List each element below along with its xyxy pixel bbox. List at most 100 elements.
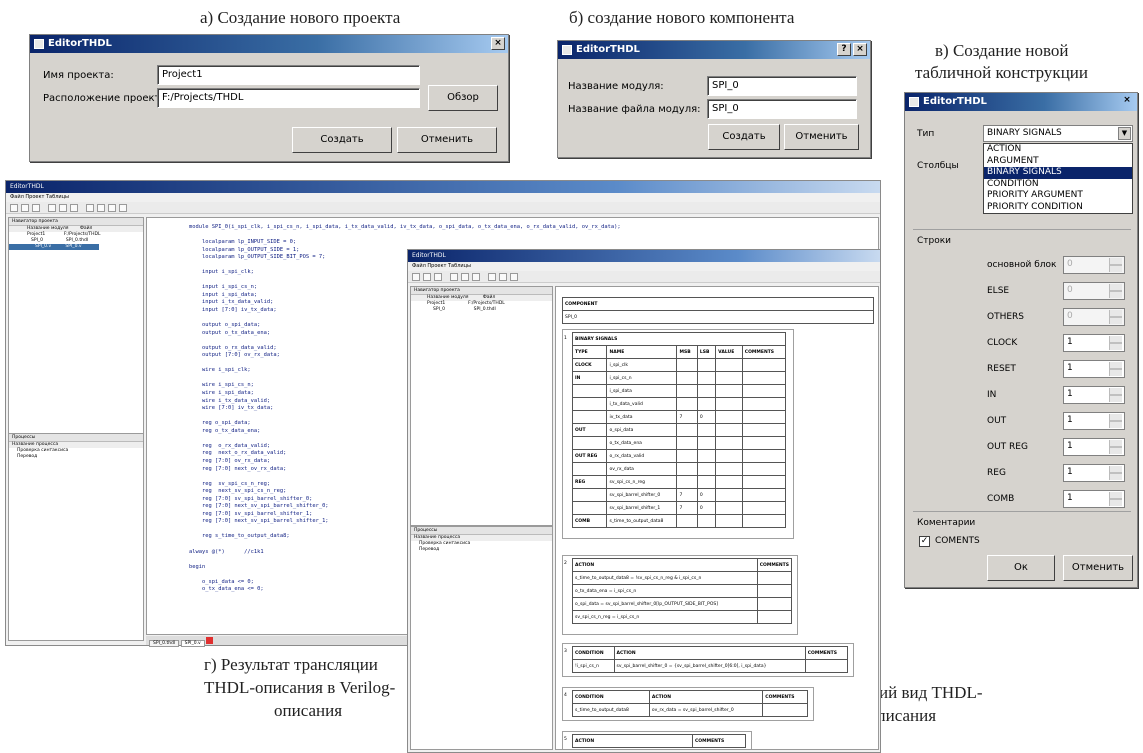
table-row[interactable]: REG sv_spi_cs_n_reg [571,475,787,489]
table-row[interactable]: !i_spi_cs_n sv_spi_barrel_shifter_0 = {sv… [572,659,849,673]
tree-item-selected[interactable]: SPI_0.v SPI_0.v [9,244,99,250]
row-icon[interactable] [108,204,116,212]
paste-icon[interactable] [70,204,78,212]
table-row[interactable]: s_time_to_output_data8 = !sv_spi_cs_n_re… [572,571,793,585]
project-path-input[interactable]: F:/Projects/THDL [157,88,420,108]
table-row[interactable]: ov_rx_data [571,462,787,476]
open-icon[interactable] [21,204,29,212]
cancel-button[interactable]: Отменить [1063,555,1133,581]
col-action: ACTION [572,558,758,572]
table-row[interactable]: sv_spi_cs_n_reg = i_spi_cs_n [572,610,793,624]
table-row[interactable]: i_tx_data_valid [571,397,787,411]
process-title: Процессы [411,527,552,535]
menu-bar[interactable]: Файл Проект Таблицы [6,193,880,202]
table-row[interactable]: CLOCK i_spi_clk [571,358,787,372]
col-name: NAME [606,345,678,359]
dropdown-option-selected[interactable]: BINARY SIGNALS [984,167,1132,179]
close-button[interactable]: × [1120,95,1134,108]
cancel-button[interactable]: Отменить [784,124,859,150]
module-file-input[interactable]: SPI_0 [707,99,857,119]
thdl-table-view[interactable]: COMPONENT SPI_0 BINARY SIGNALS TYPE NAME… [555,286,879,750]
delete-icon[interactable] [119,204,127,212]
dropdown-option[interactable]: CONDITION [984,179,1132,191]
create-button[interactable]: Создать [708,124,780,150]
save-icon[interactable] [32,204,40,212]
paste-icon[interactable] [472,273,480,281]
process-item[interactable]: Перевод [9,454,143,460]
table-row[interactable]: sv_spi_barrel_shifter_0 7 0 [571,488,787,502]
table-row[interactable]: sv_spi_barrel_shifter_1 7 0 [571,501,787,515]
table-row[interactable]: i_spi_data [571,384,787,398]
open-icon[interactable] [423,273,431,281]
close-tab-icon[interactable] [206,637,214,644]
table-row[interactable]: o_tx_data_ena [571,436,787,450]
dropdown-option[interactable]: PRIORITY ARGUMENT [984,190,1132,202]
chevron-down-icon[interactable]: ▼ [1118,127,1131,140]
project-name-input[interactable]: Project1 [157,65,420,85]
dropdown-option[interactable]: ACTION [984,144,1132,156]
new-file-icon[interactable] [10,204,18,212]
new-file-icon[interactable] [412,273,420,281]
row-icon[interactable] [510,273,518,281]
table-row[interactable]: COMB s_time_to_output_data8 [571,514,787,528]
save-icon[interactable] [434,273,442,281]
table-row[interactable]: s_time_to_output_data8 ov_rx_data = sv_sp… [572,703,808,717]
copy-icon[interactable] [59,204,67,212]
table-row[interactable]: IN i_spi_cs_n [571,371,787,385]
tab-thdl[interactable]: SPI_0.thdl [149,640,180,647]
cell-value [715,436,743,450]
col-file: Файл [482,295,496,300]
menu-bar[interactable]: Файл Проект Таблицы [408,262,880,271]
row-reset-spinner[interactable]: 1 [1063,360,1125,378]
create-button[interactable]: Создать [292,127,392,153]
component-value[interactable]: SPI_0 [562,310,874,324]
cell-name: sv_spi_cs_n_reg [606,475,678,489]
process-item[interactable]: Перевод [411,547,552,553]
cancel-button[interactable]: Отменить [397,127,497,153]
cut-icon[interactable] [450,273,458,281]
table-row[interactable]: o_spi_data = sv_spi_barrel_shifter_0[lp_… [572,597,793,611]
row-outreg-spinner[interactable]: 1 [1063,438,1125,456]
row-else-spinner[interactable]: 0 [1063,282,1125,300]
copy-icon[interactable] [461,273,469,281]
row-reg-spinner[interactable]: 1 [1063,464,1125,482]
type-dropdown-list[interactable]: ACTION ARGUMENT BINARY SIGNALS CONDITION… [983,143,1133,214]
module-name-input[interactable]: SPI_0 [707,76,857,96]
col-module: Название модуля [427,295,469,300]
cell-comments [741,371,787,385]
cell-value [715,475,743,489]
row-out-spinner[interactable]: 1 [1063,412,1125,430]
row-comb-spinner[interactable]: 1 [1063,490,1125,508]
cell-type [571,384,608,398]
cell-comments [741,488,787,502]
row-others-spinner[interactable]: 0 [1063,308,1125,326]
dropdown-option[interactable]: PRIORITY CONDITION [984,202,1132,214]
row-main-spinner[interactable]: 0 [1063,256,1125,274]
row-in-spinner[interactable]: 1 [1063,386,1125,404]
tree-item[interactable]: SPI_0 SPI_0.thdl [411,307,552,313]
table-row[interactable]: OUT REG o_rx_data_valid [571,449,787,463]
table-row[interactable]: OUT o_spi_data [571,423,787,437]
dropdown-option[interactable]: ARGUMENT [984,156,1132,168]
browse-button[interactable]: Обзор [428,85,498,111]
close-button[interactable]: × [853,43,867,56]
condition-table-4: CONDITION ACTION COMMENTS s_time_to_output… [572,690,808,717]
table-row[interactable]: o_tx_data_ena = i_spi_cs_n [572,584,793,598]
col-value: VALUE [715,345,743,359]
column-icon[interactable] [97,204,105,212]
column-icon[interactable] [499,273,507,281]
close-button[interactable]: × [491,37,505,50]
row-clock-spinner[interactable]: 1 [1063,334,1125,352]
help-button[interactable]: ? [837,43,851,56]
table-row[interactable]: iv_tx_data 7 0 [571,410,787,424]
table-icon[interactable] [488,273,496,281]
ok-button[interactable]: Ок [987,555,1055,581]
comments-checkbox[interactable]: ✓ [919,536,930,547]
cell-action: sv_spi_barrel_shifter_0 = {sv_spi_barrel… [613,659,806,673]
tab-verilog[interactable]: SPI_0.v [180,640,205,647]
caption-c-line1: в) Создание новой [935,41,1069,60]
navigator-title: Навигатор проекта [9,218,143,226]
table-icon[interactable] [86,204,94,212]
type-select[interactable]: BINARY SIGNALS ▼ [983,125,1133,142]
cut-icon[interactable] [48,204,56,212]
